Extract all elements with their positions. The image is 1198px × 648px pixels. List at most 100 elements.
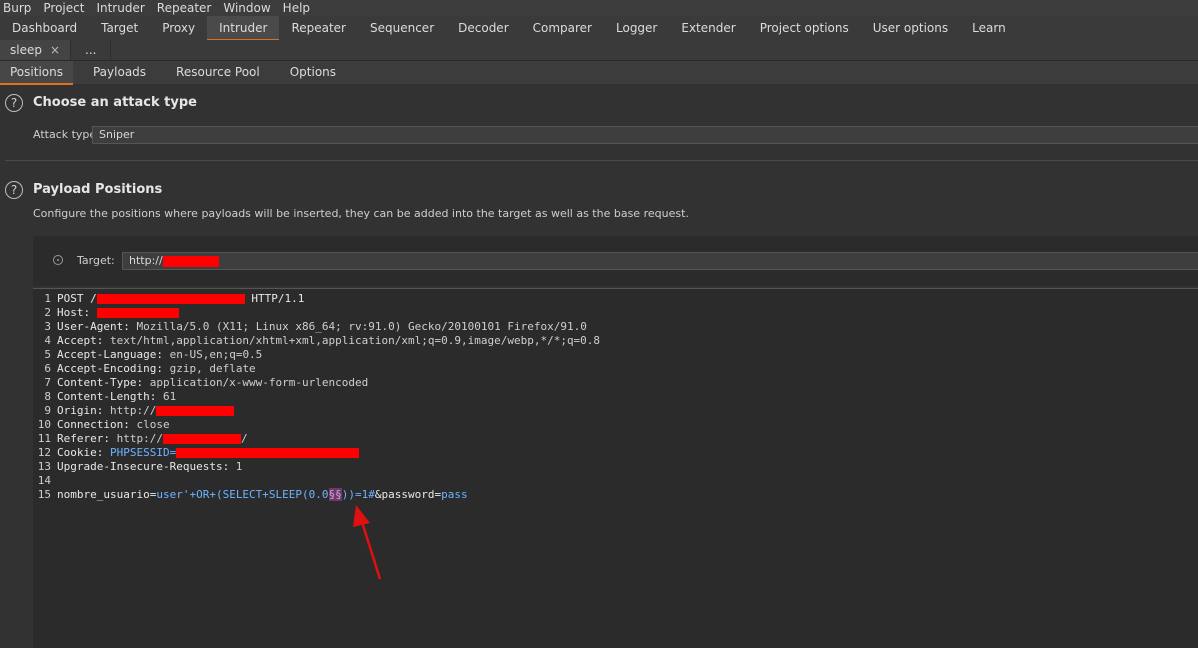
tab-options[interactable]: Options: [280, 61, 346, 84]
menu-project[interactable]: Project: [39, 0, 88, 16]
header-line: Origin: http://: [57, 404, 1198, 418]
line-number: 9: [44, 404, 51, 417]
attack-type-select[interactable]: Sniper: [92, 126, 1198, 144]
tab-comparer[interactable]: Comparer: [521, 16, 604, 40]
redacted-block: [96, 294, 245, 304]
redacted-block: [96, 308, 179, 318]
tab-repeater[interactable]: Repeater: [279, 16, 358, 40]
header-value: 1: [229, 460, 243, 473]
header-name: Accept-Encoding:: [57, 362, 163, 375]
param-name: password: [381, 488, 435, 501]
redacted-block: [176, 448, 360, 458]
header-value: PHPSESSID=: [103, 446, 177, 459]
tab-proxy[interactable]: Proxy: [150, 16, 207, 40]
request-editor[interactable]: 1 2 3 4 5 6 7 8 9 10 11 12 13 14 15 POST…: [33, 288, 1198, 648]
header-line: Cookie: PHPSESSID=: [57, 446, 1198, 460]
header-name: Content-Length:: [57, 390, 157, 403]
line-number: 13: [37, 460, 51, 473]
param-name: nombre_usuario: [57, 488, 150, 501]
header-line: Upgrade-Insecure-Requests: 1: [57, 460, 1198, 474]
target-value: http://: [129, 254, 163, 267]
attack-tab-sleep[interactable]: sleep ×: [0, 40, 72, 60]
menu-window[interactable]: Window: [219, 0, 274, 16]
tab-resource-pool[interactable]: Resource Pool: [166, 61, 270, 84]
line-number: 6: [44, 362, 51, 375]
target-icon: [53, 255, 63, 265]
header-line: Content-Length: 61: [57, 390, 1198, 404]
line-number: 11: [37, 432, 51, 445]
header-value: http://: [109, 432, 163, 445]
redacted-block: [156, 406, 235, 416]
tab-intruder[interactable]: Intruder: [207, 16, 280, 41]
header-line: Content-Type: application/x-www-form-url…: [57, 376, 1198, 390]
header-name: Connection:: [57, 418, 130, 431]
param-value: ))=1#: [341, 488, 375, 501]
menu-intruder[interactable]: Intruder: [92, 0, 148, 16]
header-line: User-Agent: Mozilla/5.0 (X11; Linux x86_…: [57, 320, 1198, 334]
header-value: text/html,application/xhtml+xml,applicat…: [103, 334, 601, 347]
header-name: Referer:: [57, 432, 110, 445]
line-number: 15: [37, 488, 51, 501]
main-tab-bar: Dashboard Target Proxy Intruder Repeater…: [0, 16, 1198, 41]
line-number: 8: [44, 390, 51, 403]
header-name: Upgrade-Insecure-Requests:: [57, 460, 230, 473]
tab-user-options[interactable]: User options: [861, 16, 960, 40]
line-number: 5: [44, 348, 51, 361]
attack-type-label: Attack type:: [33, 128, 100, 141]
header-name: Accept-Language:: [57, 348, 163, 361]
request-body: nombre_usuario=user'+OR+(SELECT+SLEEP(0.…: [57, 488, 1198, 502]
tab-payloads[interactable]: Payloads: [83, 61, 156, 84]
help-icon[interactable]: ?: [5, 94, 23, 112]
tab-positions[interactable]: Positions: [0, 61, 73, 85]
menu-bar: Burp Project Intruder Repeater Window He…: [0, 0, 1198, 16]
payload-marker[interactable]: §§: [328, 488, 342, 501]
header-value: 61: [156, 390, 177, 403]
header-name: Accept:: [57, 334, 104, 347]
header-line: Connection: close: [57, 418, 1198, 432]
target-label: Target:: [77, 254, 115, 267]
attack-tab-more[interactable]: ...: [71, 40, 112, 60]
header-value: http://: [103, 404, 157, 417]
line-number: 3: [44, 320, 51, 333]
help-icon[interactable]: ?: [5, 181, 23, 199]
header-line: Referer: http:// /: [57, 432, 1198, 446]
menu-repeater[interactable]: Repeater: [153, 0, 216, 16]
header-line: Accept-Language: en-US,en;q=0.5: [57, 348, 1198, 362]
tab-dashboard[interactable]: Dashboard: [0, 16, 89, 40]
line-number: 2: [44, 306, 51, 319]
sub-tab-bar: Positions Payloads Resource Pool Options: [0, 61, 1198, 85]
tab-extender[interactable]: Extender: [669, 16, 747, 40]
target-field[interactable]: http://: [122, 252, 1198, 270]
menu-burp[interactable]: Burp: [0, 0, 35, 16]
request-text: POST / HTTP/1.1 Host: User-Agent: Mozill…: [57, 292, 1198, 502]
request-protocol: HTTP/1.1: [244, 292, 305, 305]
close-icon[interactable]: ×: [50, 40, 60, 60]
header-value: en-US,en;q=0.5: [162, 348, 263, 361]
tab-logger[interactable]: Logger: [604, 16, 669, 40]
tab-target[interactable]: Target: [89, 16, 150, 40]
header-line: Accept-Encoding: gzip, deflate: [57, 362, 1198, 376]
header-value: close: [129, 418, 170, 431]
param-value: pass: [441, 488, 468, 501]
header-value: application/x-www-form-urlencoded: [143, 376, 369, 389]
header-value: gzip, deflate: [162, 362, 256, 375]
param-separator: &: [374, 488, 382, 501]
attack-type-heading: Choose an attack type: [33, 95, 197, 110]
attack-tab-label: sleep: [10, 43, 42, 57]
tab-learn[interactable]: Learn: [960, 16, 1018, 40]
redacted-block: [162, 255, 219, 267]
tab-sequencer[interactable]: Sequencer: [358, 16, 446, 40]
header-line: Host:: [57, 306, 1198, 320]
header-line: Accept: text/html,application/xhtml+xml,…: [57, 334, 1198, 348]
line-number: 14: [37, 474, 51, 487]
payload-positions-heading: Payload Positions: [33, 182, 163, 197]
menu-help[interactable]: Help: [279, 0, 314, 16]
request-line: POST / HTTP/1.1: [57, 292, 1198, 306]
line-number: 12: [37, 446, 51, 459]
line-number: 7: [44, 376, 51, 389]
tab-project-options[interactable]: Project options: [748, 16, 861, 40]
tab-decoder[interactable]: Decoder: [446, 16, 521, 40]
header-name: Origin:: [57, 404, 104, 417]
empty-line: [57, 474, 1198, 488]
header-name: Cookie:: [57, 446, 104, 459]
